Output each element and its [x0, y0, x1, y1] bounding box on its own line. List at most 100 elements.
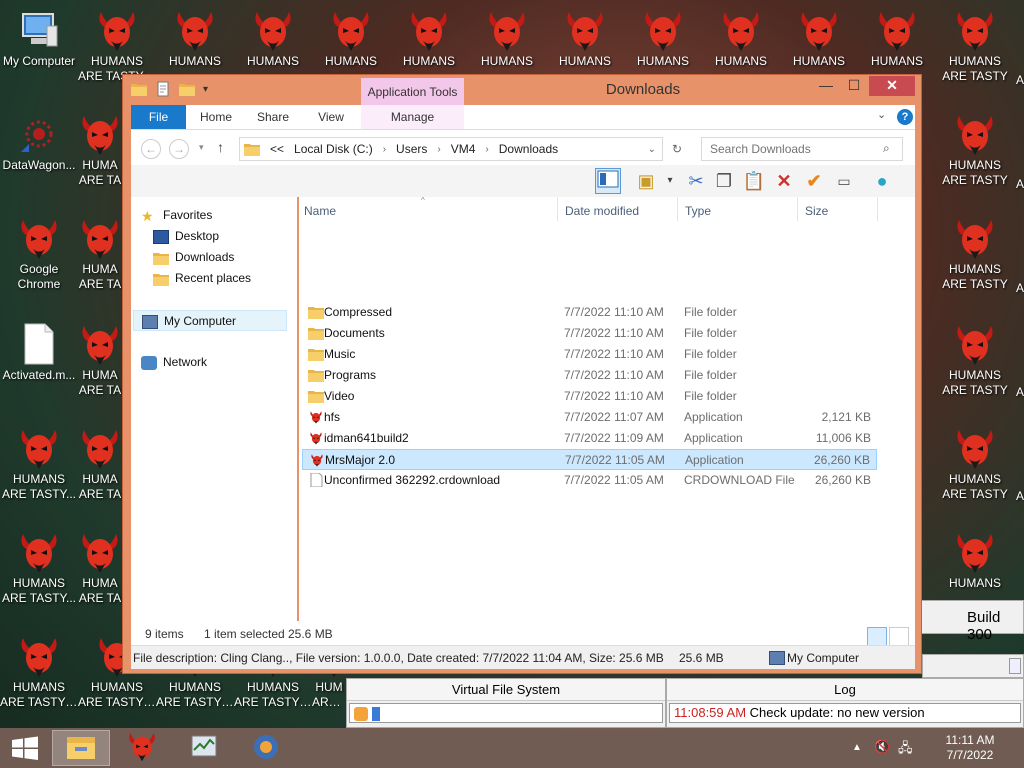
desktop-icon-humans[interactable]: HUMANS [702, 8, 780, 69]
preview-pane-button[interactable] [595, 168, 621, 194]
network-tray-icon[interactable]: 🖧 [898, 739, 913, 761]
desktop-icon-humans[interactable]: HUMANS [312, 8, 390, 69]
rename-check-icon[interactable]: ✔ [801, 168, 827, 194]
nav-recent-places[interactable]: Recent places [153, 268, 313, 289]
desktop-icon-datawagon[interactable]: DataWagon... [0, 112, 78, 173]
table-row[interactable]: Video 7/7/2022 11:10 AM File folder [302, 386, 877, 407]
show-hidden-icons[interactable]: ▲ [852, 742, 862, 753]
column-header-type[interactable]: Type [685, 204, 711, 218]
folder-icon[interactable] [131, 81, 149, 99]
clock[interactable]: 11:11 AM 7/7/2022 [930, 733, 1010, 763]
nav-desktop[interactable]: Desktop [153, 226, 313, 247]
home-folder-icon[interactable] [354, 706, 368, 721]
vfs-tree[interactable] [349, 703, 663, 723]
desktop-icon-humans[interactable]: HUMANS ARE TASTY [936, 112, 1014, 188]
refresh-button[interactable]: ↻ [667, 139, 687, 159]
new-folder-icon[interactable] [179, 81, 197, 99]
nav-downloads[interactable]: Downloads [153, 247, 313, 268]
desktop-icon-humans[interactable]: HUMANS [624, 8, 702, 69]
tab-manage[interactable]: Manage [361, 105, 464, 129]
desktop-icon-humans[interactable]: HUMANS ARE TASTY... [0, 530, 78, 606]
column-divider[interactable] [877, 197, 878, 221]
table-row[interactable]: hfs 7/7/2022 11:07 AM Application 2,121 … [302, 407, 877, 428]
desktop-icon-humans[interactable]: HUMANS [156, 8, 234, 69]
desktop-icon-humans[interactable]: HUMA ARE TA [78, 530, 122, 606]
breadcrumb-separator-icon[interactable]: › [485, 144, 488, 155]
desktop-icon-humans[interactable]: HUMANS [780, 8, 858, 69]
tab-view[interactable]: View [311, 105, 351, 129]
tab-share[interactable]: Share [251, 105, 295, 129]
desktop-icon-humans[interactable]: HUMANS ARE TASTY [936, 426, 1014, 502]
dropdown-icon[interactable]: ▾ [657, 168, 683, 194]
desktop-icon-humans[interactable]: HUMANS [234, 8, 312, 69]
breadcrumb-downloads[interactable]: Downloads [499, 142, 558, 156]
desktop-icon-humans[interactable]: HUMA ARE TA [78, 216, 122, 292]
properties-folder-icon[interactable]: ▣ [633, 168, 659, 194]
copy-icon[interactable]: ❐ [711, 168, 737, 194]
desktop-icon-humans[interactable]: HUMANS ARE TASTY ... [78, 8, 156, 84]
tab-file[interactable]: File [131, 105, 186, 129]
breadcrumb-local-disk[interactable]: Local Disk (C:) [294, 142, 373, 156]
tab-home[interactable]: Home [191, 105, 241, 129]
breadcrumb-vm4[interactable]: VM4 [451, 142, 476, 156]
title-bar[interactable]: ▾ Application Tools Downloads — ☐ ✕ [123, 75, 921, 106]
table-row[interactable]: Compressed 7/7/2022 11:10 AM File folder [302, 302, 877, 323]
delete-icon[interactable]: ✕ [771, 168, 797, 194]
back-button[interactable]: ← [141, 139, 161, 159]
minimize-button[interactable]: — [813, 76, 839, 96]
large-icons-view-button[interactable] [889, 627, 909, 647]
nav-network[interactable]: Network [141, 352, 301, 373]
hfs-address-field[interactable] [922, 654, 1024, 678]
column-divider[interactable] [557, 197, 558, 221]
desktop-icon-humans[interactable]: HUMANS ARE TASTY [936, 8, 1014, 84]
globe-icon[interactable]: ● [869, 168, 895, 194]
taskbar-task-manager[interactable] [176, 730, 234, 766]
desktop-icon-google-chrome[interactable]: Google Chrome [0, 216, 78, 292]
column-divider[interactable] [797, 197, 798, 221]
close-button[interactable]: ✕ [869, 76, 915, 96]
column-header-name[interactable]: Name [304, 204, 336, 218]
desktop-icon-humans[interactable]: HUMANS ARE TASTY [936, 216, 1014, 292]
breadcrumb-separator-icon[interactable]: › [437, 144, 440, 155]
desktop-icon-activated[interactable]: Activated.m... [0, 322, 78, 383]
desktop-icon-humans[interactable]: HUMANS [468, 8, 546, 69]
breadcrumb-overflow[interactable]: << [270, 142, 284, 156]
address-dropdown[interactable] [1009, 658, 1021, 674]
cut-icon[interactable]: ✂ [683, 168, 709, 194]
desktop-icon-humans[interactable]: HUMA ARE TA [78, 426, 122, 502]
properties-icon[interactable] [155, 81, 173, 99]
select-icon[interactable]: ▭ [831, 168, 857, 194]
table-row[interactable]: Unconfirmed 362292.crdownload 7/7/2022 1… [302, 470, 877, 491]
column-header-size[interactable]: Size [805, 204, 828, 218]
desktop-icon-humans[interactable]: HUMANS [858, 8, 936, 69]
expand-ribbon-icon[interactable]: ⌄ [877, 108, 886, 121]
desktop-icon-humans[interactable]: HUMANS [390, 8, 468, 69]
start-button[interactable] [0, 730, 50, 766]
customize-qat-icon[interactable]: ▾ [203, 81, 221, 99]
column-divider[interactable] [677, 197, 678, 221]
breadcrumb-separator-icon[interactable]: › [383, 144, 386, 155]
nav-my-computer[interactable]: My Computer [133, 310, 287, 331]
maximize-button[interactable]: ☐ [841, 76, 867, 96]
taskbar-hfs-app[interactable] [238, 730, 296, 766]
table-row[interactable]: Music 7/7/2022 11:10 AM File folder [302, 344, 877, 365]
recent-locations-icon[interactable]: ▾ [199, 142, 204, 153]
desktop-icon-humans[interactable]: HUMANS ARE TASTY ... [0, 634, 78, 710]
desktop-icon-humans[interactable]: HUMANS [546, 8, 624, 69]
address-bar[interactable]: << Local Disk (C:) › Users › VM4 › Downl… [239, 137, 663, 161]
desktop-icon-humans[interactable]: HUMA ARE TA [78, 322, 122, 398]
taskbar-file-explorer[interactable] [52, 730, 110, 766]
desktop-icon-humans[interactable]: HUMANS [936, 530, 1014, 591]
paste-icon[interactable]: 📋 [741, 168, 767, 194]
address-dropdown-icon[interactable]: ⌄ [648, 144, 656, 155]
search-input[interactable] [701, 137, 903, 161]
details-view-button[interactable] [867, 627, 887, 647]
desktop-icon-humans[interactable]: HUMA ARE TA [78, 112, 122, 188]
table-row[interactable]: idman641build2 7/7/2022 11:09 AM Applica… [302, 428, 877, 449]
table-row[interactable]: Programs 7/7/2022 11:10 AM File folder [302, 365, 877, 386]
table-row[interactable]: Documents 7/7/2022 11:10 AM File folder [302, 323, 877, 344]
volume-muted-icon[interactable]: 🔇 [874, 739, 890, 755]
up-arrow-icon[interactable]: ↑ [217, 139, 224, 155]
desktop-icon-my-computer[interactable]: My Computer [0, 8, 78, 69]
help-icon[interactable]: ? [897, 109, 913, 125]
